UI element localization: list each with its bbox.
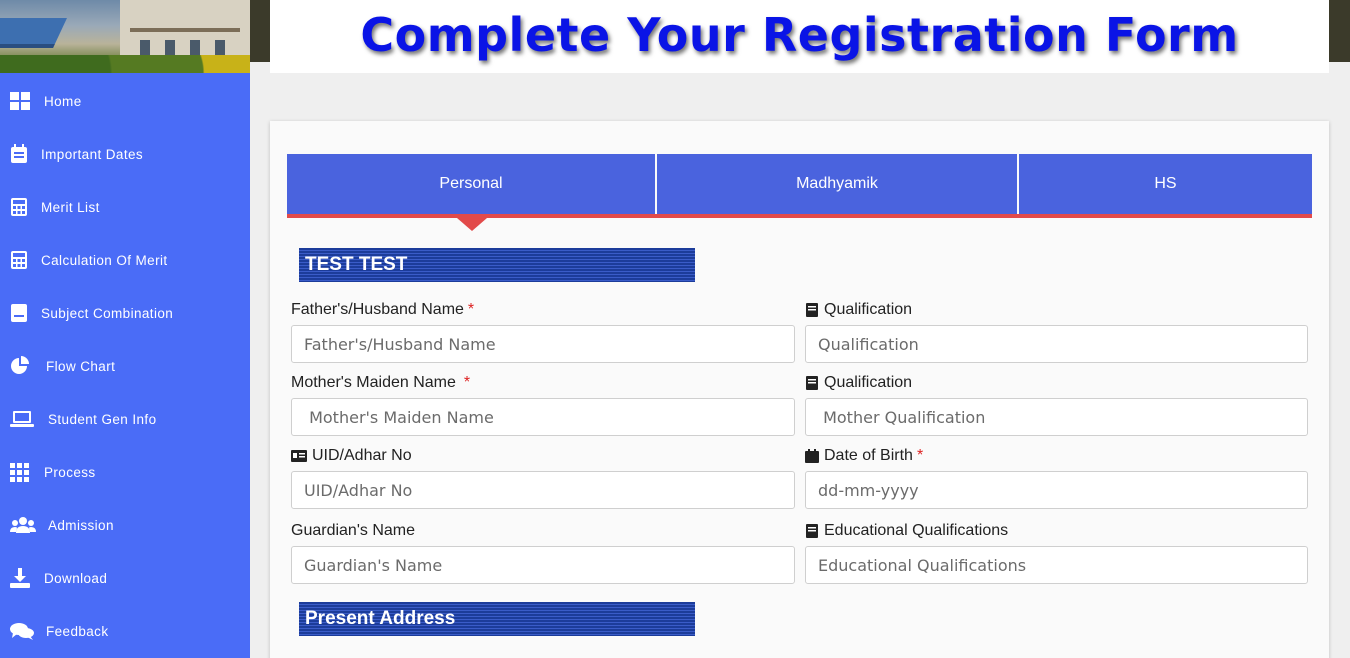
sidebar-item-merit-list[interactable]: Merit List bbox=[0, 187, 250, 227]
sidebar-item-admission[interactable]: Admission bbox=[0, 505, 250, 545]
mother-name-label: Mother's Maiden Name * bbox=[291, 374, 470, 392]
mother-qualification-label: Qualification bbox=[805, 374, 912, 392]
sidebar-item-label: Download bbox=[44, 570, 108, 586]
sidebar-item-download[interactable]: Download bbox=[0, 558, 250, 598]
guardian-label-text: Guardian's Name bbox=[291, 522, 415, 539]
book-icon bbox=[806, 524, 818, 538]
sidebar-item-label: Flow Chart bbox=[46, 358, 116, 374]
father-name-input[interactable] bbox=[291, 325, 795, 363]
sidebar-item-subject-combination[interactable]: Subject Combination bbox=[0, 293, 250, 333]
pie-chart-icon bbox=[11, 356, 29, 374]
sidebar-item-calculation-of-merit[interactable]: Calculation Of Merit bbox=[0, 240, 250, 280]
college-photo bbox=[0, 0, 250, 73]
book-icon bbox=[806, 303, 818, 317]
educational-qualifications-input[interactable] bbox=[805, 546, 1308, 584]
sidebar-item-flow-chart[interactable]: Flow Chart bbox=[0, 346, 250, 386]
mother-qualification-input[interactable] bbox=[805, 398, 1308, 436]
uid-input[interactable] bbox=[291, 471, 795, 509]
required-asterisk: * bbox=[467, 301, 475, 318]
document-icon bbox=[11, 304, 27, 322]
sidebar-item-important-dates[interactable]: Important Dates bbox=[0, 134, 250, 174]
tab-madhyamik[interactable]: Madhyamik bbox=[657, 154, 1017, 214]
dob-label: Date of Birth * bbox=[805, 447, 923, 465]
mother-name-input[interactable] bbox=[291, 398, 795, 436]
sidebar: Home Important Dates Merit List Calculat… bbox=[0, 0, 250, 658]
father-name-label-text: Father's/Husband Name bbox=[291, 301, 464, 318]
guardian-input[interactable] bbox=[291, 546, 795, 584]
sidebar-item-label: Process bbox=[44, 464, 96, 480]
page-title: Complete Your Registration Form bbox=[360, 8, 1239, 62]
sidebar-item-label: Student Gen Info bbox=[48, 411, 157, 427]
calendar-icon bbox=[805, 449, 819, 463]
educational-qualifications-label-text: Educational Qualifications bbox=[824, 522, 1009, 539]
tab-underline bbox=[287, 214, 1312, 218]
registration-card: Personal Madhyamik HS TEST TEST Father's… bbox=[270, 121, 1329, 658]
sidebar-item-label: Admission bbox=[48, 517, 114, 533]
sidebar-item-label: Feedback bbox=[46, 623, 109, 639]
id-card-icon bbox=[291, 450, 307, 462]
father-qualification-input[interactable] bbox=[805, 325, 1308, 363]
section-title-present-address: Present Address bbox=[299, 602, 695, 636]
calculator-icon bbox=[11, 251, 27, 269]
father-qualification-label: Qualification bbox=[805, 301, 912, 319]
sidebar-item-label: Important Dates bbox=[41, 146, 144, 162]
sidebar-item-process[interactable]: Process bbox=[0, 452, 250, 492]
sidebar-item-label: Merit List bbox=[41, 199, 100, 215]
required-asterisk: * bbox=[916, 447, 924, 464]
book-icon bbox=[806, 376, 818, 390]
section-title-personal: TEST TEST bbox=[299, 248, 695, 282]
grid-icon bbox=[10, 463, 29, 482]
comments-icon bbox=[10, 623, 34, 640]
form-tabs: Personal Madhyamik HS bbox=[287, 154, 1312, 214]
calculator-icon bbox=[11, 198, 27, 216]
dob-input[interactable] bbox=[805, 471, 1308, 509]
sidebar-item-feedback[interactable]: Feedback bbox=[0, 611, 250, 651]
sidebar-item-home[interactable]: Home bbox=[0, 81, 250, 121]
educational-qualifications-label: Educational Qualifications bbox=[805, 522, 1008, 540]
grid-icon bbox=[10, 92, 30, 110]
father-qualification-label-text: Qualification bbox=[824, 301, 913, 318]
users-icon bbox=[10, 517, 36, 533]
father-name-label: Father's/Husband Name * bbox=[291, 301, 474, 319]
download-icon bbox=[10, 568, 30, 588]
required-asterisk: * bbox=[463, 374, 471, 391]
uid-label-text: UID/Adhar No bbox=[312, 447, 412, 464]
tab-personal[interactable]: Personal bbox=[287, 154, 655, 214]
uid-label: UID/Adhar No bbox=[291, 447, 412, 465]
active-tab-indicator bbox=[457, 218, 487, 231]
sidebar-item-student-gen-info[interactable]: Student Gen Info bbox=[0, 399, 250, 439]
laptop-icon bbox=[10, 411, 34, 427]
mother-name-label-text: Mother's Maiden Name bbox=[291, 374, 456, 391]
header-banner: Complete Your Registration Form bbox=[270, 0, 1329, 73]
dob-label-text: Date of Birth bbox=[824, 447, 913, 464]
sidebar-item-label: Home bbox=[44, 93, 82, 109]
calendar-icon bbox=[11, 144, 27, 163]
guardian-label: Guardian's Name bbox=[291, 522, 415, 540]
sidebar-item-label: Subject Combination bbox=[41, 305, 174, 321]
mother-qualification-label-text: Qualification bbox=[824, 374, 913, 391]
tab-hs[interactable]: HS bbox=[1019, 154, 1312, 214]
sidebar-item-label: Calculation Of Merit bbox=[41, 252, 168, 268]
